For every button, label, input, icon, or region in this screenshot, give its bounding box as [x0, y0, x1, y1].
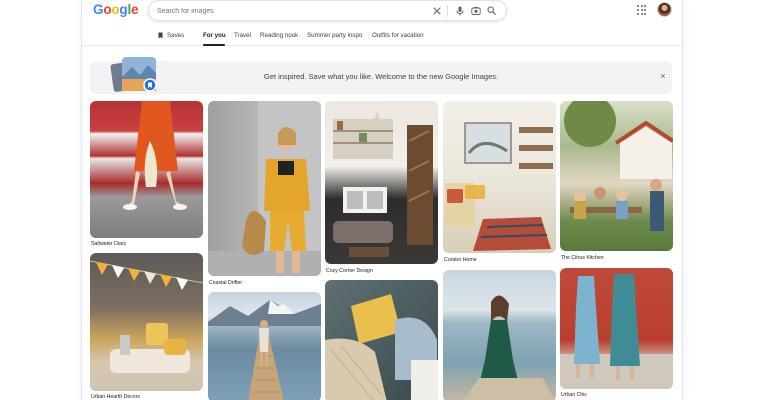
active-tab-indicator — [203, 44, 225, 46]
tab-saves[interactable]: Saves — [167, 32, 184, 39]
image-tile-curator-home[interactable] — [443, 101, 556, 253]
logo-letter: g — [119, 2, 128, 17]
tab-summer-party-inspo[interactable]: Summer party inspo — [307, 32, 362, 39]
google-images-window: Google Search for images Saves For you T… — [81, 0, 683, 400]
clear-icon[interactable] — [431, 5, 442, 16]
image-caption[interactable]: Urban Hearth Decors — [91, 394, 140, 400]
image-tile-urban-chic[interactable] — [560, 268, 673, 389]
image-tile-coastal-drifter[interactable] — [208, 101, 321, 276]
tab-for-you[interactable]: For you — [203, 32, 226, 39]
search-divider — [447, 5, 448, 17]
banner-text: Get inspired. Save what you like. Welcom… — [263, 72, 499, 81]
top-bar: Google — [82, 0, 682, 24]
image-caption[interactable]: The Citrus Kitchen — [561, 255, 604, 261]
camera-lens-icon[interactable] — [470, 5, 481, 16]
apps-grid-icon[interactable] — [637, 5, 647, 15]
bookmark-icon — [158, 32, 163, 39]
avatar[interactable] — [657, 2, 672, 17]
tab-travel[interactable]: Travel — [234, 32, 251, 39]
microphone-icon[interactable] — [454, 5, 465, 16]
logo-letter: o — [111, 2, 120, 17]
logo-letter: o — [103, 2, 112, 17]
google-logo[interactable]: Google — [93, 2, 139, 17]
page: Google Search for images Saves For you T… — [0, 0, 771, 400]
image-tile-cozy-corner-design[interactable] — [325, 101, 438, 264]
logo-letter: e — [131, 2, 139, 17]
search-box — [148, 0, 507, 21]
image-tile-lake-pier[interactable] — [208, 292, 321, 400]
image-tile-urban-hearth-decors[interactable] — [90, 253, 203, 391]
search-icon[interactable] — [486, 5, 497, 16]
banner-illustration — [110, 55, 162, 95]
image-caption[interactable]: Curator Home — [444, 257, 477, 263]
welcome-banner: Get inspired. Save what you like. Welcom… — [90, 61, 672, 94]
close-icon[interactable]: × — [657, 70, 669, 82]
image-caption[interactable]: Coastal Drifter — [209, 280, 242, 286]
image-caption[interactable]: Cozy Corner Design — [326, 268, 373, 274]
image-caption[interactable]: Urban Chic — [561, 392, 587, 398]
search-input[interactable] — [157, 4, 417, 18]
tab-reading-nook[interactable]: Reading nook — [260, 32, 298, 39]
tab-outfits-for-vacation[interactable]: Outfits for vacation — [372, 32, 424, 39]
logo-letter: G — [93, 2, 104, 17]
image-tile-saltwater-diary[interactable] — [90, 101, 203, 238]
image-tile-sofa-cushions[interactable] — [325, 280, 438, 400]
category-tabs: Saves For you Travel Reading nook Summer… — [82, 29, 682, 46]
image-tile-seaside-dress[interactable] — [443, 270, 556, 400]
image-caption[interactable]: Saltwater Diary — [91, 241, 126, 247]
image-tile-the-citrus-kitchen[interactable] — [560, 101, 673, 251]
